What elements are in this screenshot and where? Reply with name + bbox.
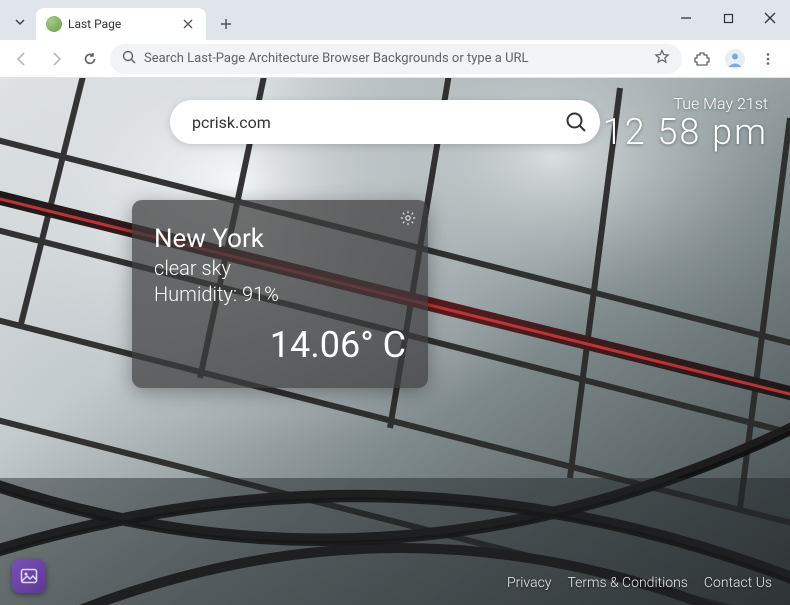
weather-city: New York <box>154 224 406 254</box>
footer-privacy-link[interactable]: Privacy <box>507 575 552 591</box>
tab-search-dropdown[interactable] <box>8 10 32 34</box>
browser-toolbar: Search Last-Page Architecture Browser Ba… <box>0 40 790 78</box>
clock-time: 12 58 pm <box>603 111 768 153</box>
new-tab-button[interactable] <box>212 10 240 38</box>
weather-temperature: 14.06° C <box>154 324 406 366</box>
window-controls <box>672 4 784 32</box>
footer-links: Privacy Terms & Conditions Contact Us <box>507 575 772 591</box>
footer-contact-link[interactable]: Contact Us <box>704 575 772 591</box>
window-maximize-button[interactable] <box>714 4 742 32</box>
weather-humidity: Humidity: 91% <box>154 282 406 306</box>
weather-settings-button[interactable] <box>400 210 416 230</box>
weather-condition: clear sky <box>154 256 406 280</box>
extensions-button[interactable] <box>688 45 716 73</box>
image-icon <box>19 566 39 586</box>
window-titlebar: Last Page <box>0 0 790 40</box>
window-minimize-button[interactable] <box>672 4 700 32</box>
page-viewport: Tue May 21st 12 58 pm New York clear sky… <box>0 78 790 605</box>
weather-widget: New York clear sky Humidity: 91% 14.06° … <box>132 200 428 388</box>
profile-button[interactable] <box>722 46 748 72</box>
wallpaper-button[interactable] <box>12 559 46 593</box>
tab-favicon <box>46 16 62 32</box>
nav-reload-button[interactable] <box>76 45 104 73</box>
tab-close-button[interactable] <box>180 16 196 32</box>
bookmark-star-icon[interactable] <box>654 49 670 69</box>
page-search-input[interactable] <box>192 113 558 132</box>
omnibox-placeholder: Search Last-Page Architecture Browser Ba… <box>144 51 646 66</box>
page-search-bar <box>170 100 600 144</box>
nav-back-button[interactable] <box>8 45 36 73</box>
nav-forward-button[interactable] <box>42 45 70 73</box>
omnibox[interactable]: Search Last-Page Architecture Browser Ba… <box>110 44 682 74</box>
footer-terms-link[interactable]: Terms & Conditions <box>567 575 687 591</box>
search-icon <box>122 49 136 68</box>
window-close-button[interactable] <box>756 4 784 32</box>
browser-tab[interactable]: Last Page <box>36 8 206 40</box>
tab-title: Last Page <box>68 17 174 31</box>
menu-button[interactable] <box>754 45 782 73</box>
page-search-button[interactable] <box>558 104 594 140</box>
clock-widget: Tue May 21st 12 58 pm <box>603 94 768 153</box>
